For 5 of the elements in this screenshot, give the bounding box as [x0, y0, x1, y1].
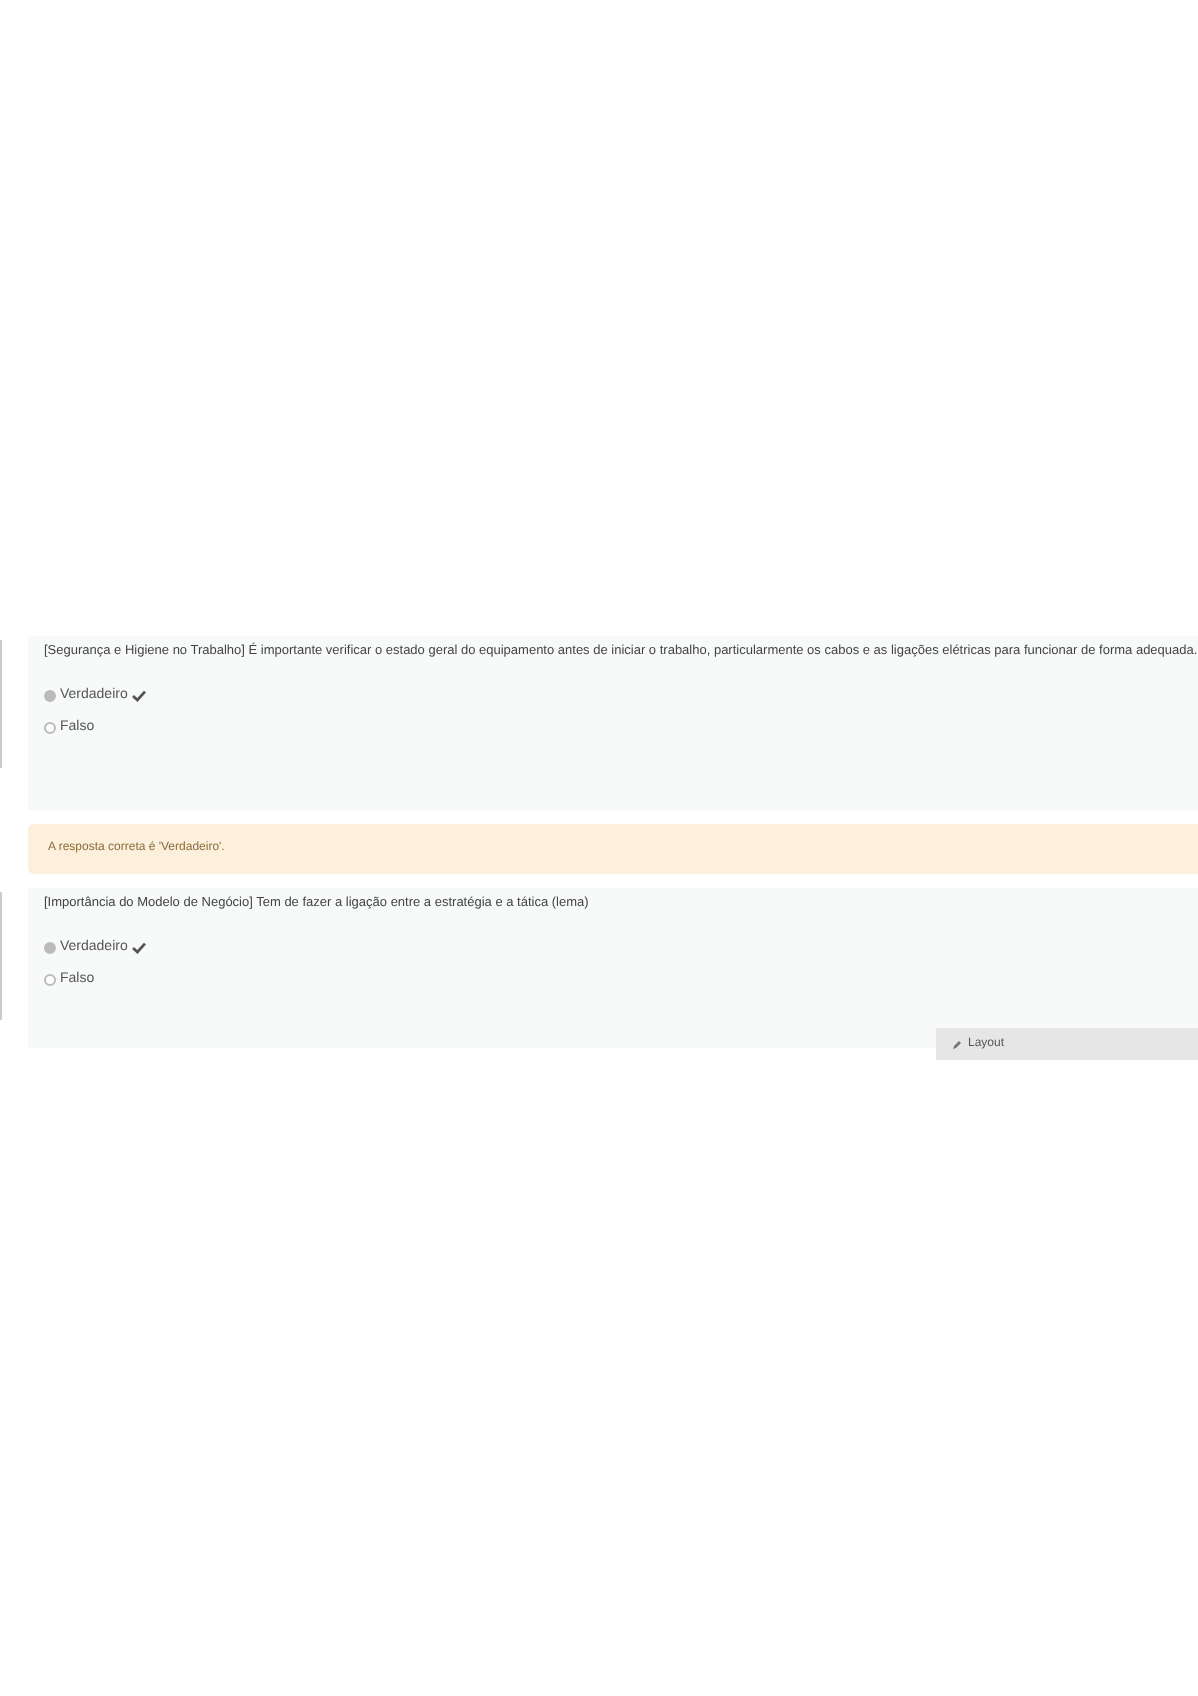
radio-button[interactable] — [44, 690, 56, 703]
radio-button[interactable] — [44, 721, 56, 734]
radio-button[interactable] — [44, 973, 56, 986]
pencil-icon — [952, 1039, 962, 1049]
radio-button[interactable] — [44, 942, 56, 955]
